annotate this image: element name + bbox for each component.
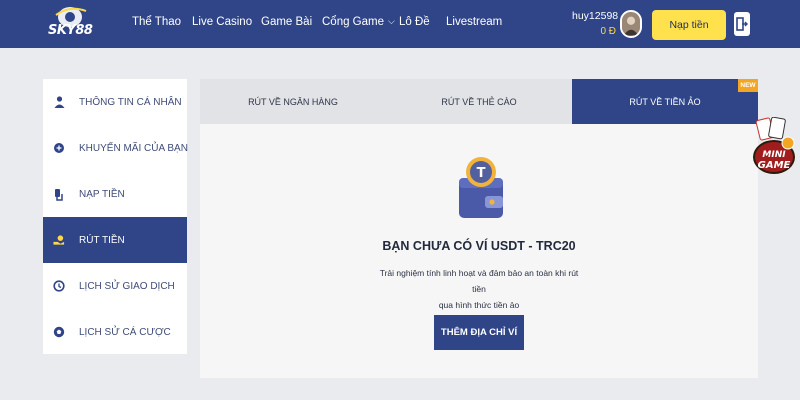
tab-withdraw-crypto[interactable]: RÚT VỀ TIỀN ẢO NEW xyxy=(572,79,758,124)
account-sidebar: THÔNG TIN CÁ NHÂN KHUYẾN MÃI CỦA BẠN NẠP… xyxy=(43,79,188,355)
user-balance: 0 Đ xyxy=(600,26,616,37)
nav-item-the-thao[interactable]: Thể Thao xyxy=(132,16,181,28)
nav-item-lo-de[interactable]: Lô Đề xyxy=(399,16,430,28)
sidebar-item-withdraw[interactable]: RÚT TIỀN xyxy=(43,217,187,263)
empty-wallet-desc-line1: Trải nghiệm tính linh hoạt và đảm bảo an… xyxy=(379,268,579,294)
chevron-down-icon: ⌵ xyxy=(388,16,395,26)
sidebar-item-label: LỊCH SỬ CÁ CƯỢC xyxy=(79,326,171,338)
sidebar-item-deposit[interactable]: NẠP TIỀN xyxy=(43,171,187,217)
tab-label: RÚT VỀ NGÂN HÀNG xyxy=(248,96,338,107)
mini-game-widget[interactable]: MINI GAME xyxy=(752,117,796,179)
withdraw-panel: RÚT VỀ NGÂN HÀNG RÚT VỀ THẺ CÀO RÚT VỀ T… xyxy=(200,79,758,378)
logout-icon xyxy=(736,17,748,31)
deposit-button[interactable]: Nạp tiền xyxy=(652,10,726,40)
add-wallet-address-button[interactable]: THÊM ĐỊA CHỈ VÍ xyxy=(434,315,524,350)
tab-label: RÚT VỀ TIỀN ẢO xyxy=(629,96,701,107)
nav-label: Livestream xyxy=(446,16,503,28)
tab-label: RÚT VỀ THẺ CÀO xyxy=(441,96,517,107)
sidebar-item-label: RÚT TIỀN xyxy=(79,234,125,246)
person-icon xyxy=(53,96,65,108)
gift-icon xyxy=(53,142,65,154)
empty-wallet-desc-line2: qua hình thức tiền ảo xyxy=(438,300,520,310)
empty-wallet-description: Trải nghiệm tính linh hoạt và đảm bảo an… xyxy=(379,265,579,313)
withdraw-tabs: RÚT VỀ NGÂN HÀNG RÚT VỀ THẺ CÀO RÚT VỀ T… xyxy=(200,79,758,124)
nav-item-cong-game[interactable]: Cổng Game ⌵ xyxy=(322,16,395,28)
sky88-logo[interactable]: SKY88 xyxy=(46,3,94,45)
sidebar-item-label: NẠP TIỀN xyxy=(79,188,125,200)
nav-item-game-bai[interactable]: Game Bài xyxy=(261,16,312,28)
avatar[interactable] xyxy=(620,10,642,38)
tab-withdraw-bank[interactable]: RÚT VỀ NGÂN HÀNG xyxy=(200,79,386,124)
sidebar-item-label: LỊCH SỬ GIAO DỊCH xyxy=(79,280,175,292)
sidebar-item-transaction-history[interactable]: LỊCH SỬ GIAO DỊCH xyxy=(43,263,187,309)
football-icon xyxy=(53,326,65,338)
nav-item-livestream[interactable]: Livestream xyxy=(446,16,502,28)
top-navbar: SKY88 Thể Thao Live Casino Game Bài Cổng… xyxy=(0,0,800,48)
svg-text:T: T xyxy=(477,166,486,181)
empty-wallet-title: BẠN CHƯA CÓ VÍ USDT - TRC20 xyxy=(382,239,576,253)
nav-label: Cổng Game xyxy=(322,16,385,28)
avatar-image-icon xyxy=(622,12,640,36)
username: huy12598 xyxy=(572,10,619,22)
sidebar-item-promotions[interactable]: KHUYẾN MÃI CỦA BẠN xyxy=(43,125,188,171)
withdraw-hand-icon xyxy=(53,234,65,246)
user-info[interactable]: huy12598 0 Đ xyxy=(572,10,619,37)
sidebar-item-personal-info[interactable]: THÔNG TIN CÁ NHÂN xyxy=(43,79,187,125)
sidebar-item-bet-history[interactable]: LỊCH SỬ CÁ CƯỢC xyxy=(43,309,187,355)
sidebar-item-label: KHUYẾN MÃI CỦA BẠN xyxy=(79,142,188,154)
logout-button[interactable] xyxy=(734,12,750,36)
usdt-wallet-icon: T xyxy=(455,154,507,220)
tab-withdraw-card[interactable]: RÚT VỀ THẺ CÀO xyxy=(386,79,572,124)
deposit-hand-icon xyxy=(53,188,65,201)
logo-text: SKY88 xyxy=(48,23,93,38)
nav-label: Live Casino xyxy=(192,16,253,28)
history-icon xyxy=(53,280,65,292)
sidebar-item-label: THÔNG TIN CÁ NHÂN xyxy=(79,96,182,108)
nav-label: Game Bài xyxy=(261,16,313,28)
mini-game-label-line1: MINI xyxy=(762,150,786,160)
nav-item-live-casino[interactable]: Live Casino xyxy=(192,16,252,28)
nav-label: Lô Đề xyxy=(399,16,430,28)
nav-label: Thể Thao xyxy=(132,16,182,28)
mini-game-label-line2: GAME xyxy=(757,160,791,171)
new-badge: NEW xyxy=(738,79,758,92)
